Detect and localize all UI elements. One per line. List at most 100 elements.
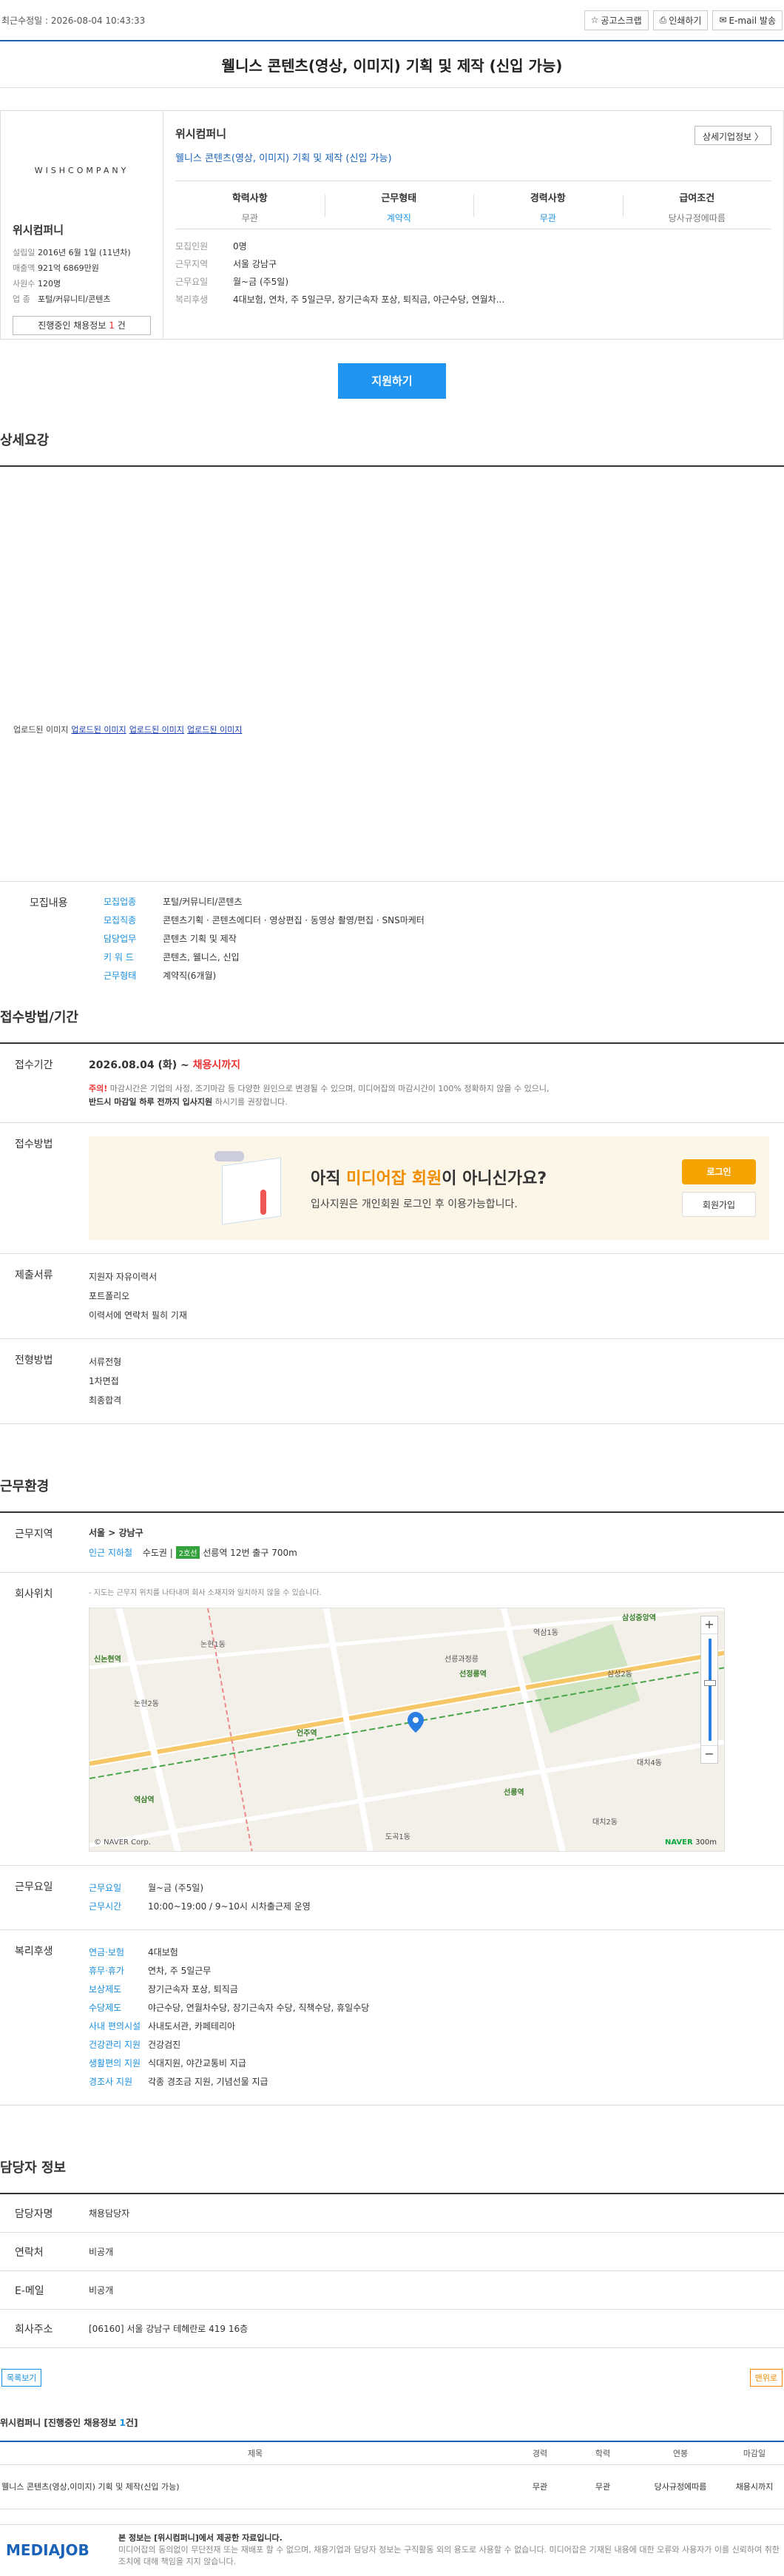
apply-area: 지원하기 [0,363,784,430]
zoom-slider-handle[interactable] [704,1680,716,1686]
location-row: 회사위치 - 지도는 근무지 위치를 나타내며 회사 소재지와 일치하지 않을 … [0,1573,784,1866]
map-label: 논현2동 [134,1700,159,1708]
footer-disclaimer: 본 정보는 [위시컴퍼니]에서 제공한 자료입니다. 미디어잡의 동의없이 무단… [118,2533,780,2566]
company-info: WISHCOMPANY 위시컴퍼니 설립일 2016년 6월 1일 (11년차) … [1,111,163,339]
section-title-detail: 상세요강 [0,430,784,467]
location-pin-icon [408,1712,424,1733]
fact-row: 설립일 2016년 6월 1일 (11년차) [13,248,131,257]
current-jobs-button[interactable]: 진행중인 채용정보 1 건 [13,316,151,335]
condition-employment: 근무형태 계약직 [324,181,474,229]
period-row: 접수기간 2026.08.04 (화) ~ 채용시까지 주의! 마감시간은 기업… [0,1044,784,1123]
area-row: 근무지역 서울 > 강남구 인근 지하철 수도권 | 2호선 선릉역 12번 출… [0,1513,784,1573]
column-header: 마감일 [725,2442,784,2465]
last-modified-date: 최근수정일 : 2026-08-04 10:43:33 [1,15,146,26]
detail-images: 업로드된 이미지 업로드된 이미지 업로드된 이미지 업로드된 이미지 [0,467,784,881]
top-button[interactable]: 맨위로 [749,2369,783,2387]
company-box: WISHCOMPANY 위시컴퍼니 설립일 2016년 6월 1일 (11년차) … [0,110,784,340]
welfare-row: 복리후생 연금·보험 4대보험 휴무·휴가 연차, 주 5일근무 보상제도 장기근속자… [0,1930,784,2105]
summary-job-title: 웰니스 콘텐츠(영상, 이미지) 기획 및 제작 (신입 가능) [175,153,392,164]
days-row: 근무요일 근무요일 월~금 (주5일) 근무시간 10:00~19:00 / 9~1… [0,1866,784,1930]
job-title-bar: 웰니스 콘텐츠(영상, 이미지) 기획 및 제작 (신입 가능) [0,40,784,88]
work-area: 서울 > 강남구 [89,1528,143,1538]
column-header: 연봉 [636,2442,725,2465]
welfare-list: 연금·보험 4대보험 휴무·휴가 연차, 주 5일근무 보상제도 장기근속자 포상, … [89,1947,370,2087]
summary-company-name: 위시컴퍼니 [175,127,227,141]
list-button[interactable]: 목록보기 [1,2369,42,2387]
signup-button[interactable]: 회원가입 [682,1192,756,1217]
docs-row: 제출서류 지원자 자유이력서 포트폴리오 이력서에 연락처 필히 기재 [0,1254,784,1339]
table-row[interactable]: 웰니스 콘텐츠(영상,이미지) 기획 및 제작(신입 가능) 무관 무관 당사규… [0,2464,784,2509]
apply-button[interactable]: 지원하기 [338,363,446,399]
zoom-out-icon[interactable]: − [701,1745,717,1763]
column-header: 경력 [510,2442,570,2465]
recruit-row: 모집업종 포털/커뮤니티/콘텐츠 [104,897,243,907]
method-row: 접수방법 아직 미디어잡 회원이 아니신가요? 입사지원은 개인회원 로그인 후… [0,1123,784,1254]
map-copyright: © NAVER Corp. [94,1838,151,1847]
section-title-contact: 담당자 정보 [0,2157,784,2194]
printer-icon: ⎙ [659,14,667,25]
map-zoom-control[interactable]: + − [700,1616,718,1764]
process-list: 서류전형 1차면접 최종합격 [89,1357,122,1406]
current-jobs-table: 제목 경력 학력 연봉 마감일 웰니스 콘텐츠(영상,이미지) 기획 및 제작(… [0,2442,784,2509]
zoom-in-icon[interactable]: + [701,1616,717,1634]
map-station: 언주역 [297,1730,317,1738]
condition-education: 학력사항 무관 [232,193,268,223]
conditions: 학력사항 무관 근무형태 계약직 경력사항 무관 급여조건 당사규정에따름 [175,181,771,229]
recruit-row: 담당업무 콘텐츠 기획 및 제작 [104,934,237,944]
top-actions: ☆ 공고스크랩 ⎙ 인쇄하기 ✉ E-mail 발송 [584,10,784,30]
uploaded-image-link[interactable]: 업로드된 이미지 [187,724,242,735]
summary-row: 복리후생 4대보험, 연차, 주 5일근무, 장기근속자 포상, 퇴직금, 야근수… [175,294,505,305]
recruit-label: 모집내용 [30,897,68,909]
scrap-button[interactable]: ☆ 공고스크랩 [584,10,649,30]
recruit-row: 모집직종 콘텐츠기획 · 콘텐츠에디터 · 영상편집 · 동영상 촬영/편집 · … [104,915,425,925]
contact-row: 담당자명 채용담당자 [0,2194,784,2233]
section-title-apply: 접수방법/기간 [0,1007,784,1044]
company-facts: 설립일 2016년 6월 1일 (11년차) 매출액 921억 6869만원 사원수… [13,246,151,308]
uploaded-image-link[interactable]: 업로드된 이미지 [71,724,126,735]
print-button[interactable]: ⎙ 인쇄하기 [652,10,709,30]
map-station: 삼성중앙역 [622,1614,656,1622]
company-detail-button[interactable]: 상세기업정보 〉 [694,126,771,145]
top-bar: 최근수정일 : 2026-08-04 10:43:33 ☆ 공고스크랩 ⎙ 인쇄하기… [0,0,784,40]
map-label: 대치2동 [592,1818,618,1827]
process-row: 전형방법 서류전형 1차면접 최종합격 [0,1339,784,1424]
company-map[interactable]: 논현1동 역삼1동 신논현역 선릉역 삼성중앙역 언주역 역삼역 도곡1동 대치… [89,1608,725,1852]
login-button[interactable]: 로그인 [682,1159,756,1184]
summary-row: 근무요일 월~금 (주5일) [175,276,289,287]
contact-row: 연락처 비공개 [0,2233,784,2271]
fact-row: 사원수 120명 [13,279,61,289]
contact-row: E-메일 비공개 [0,2271,784,2310]
fact-row: 매출액 921억 6869만원 [13,263,99,273]
map-label: 선릉과정릉 [445,1656,479,1664]
subway-info: 인근 지하철 수도권 | 2호선 선릉역 12번 출구 700m [89,1546,297,1559]
contact-row: 회사주소 [06160] 서울 강남구 테헤란로 419 16층 [0,2310,784,2348]
banner-headline: 아직 미디어잡 회원이 아니신가요? [311,1170,547,1188]
current-jobs-title: 위시컴퍼니 [진행중인 채용정보 1건] [0,2416,784,2442]
footer: MEDIAJOB 본 정보는 [위시컴퍼니]에서 제공한 자료입니다. 미디어잡… [0,2523,784,2576]
recruit-details: 모집내용 모집업종 포털/커뮤니티/콘텐츠 모집직종 콘텐츠기획 · 콘텐츠에디터 … [0,881,784,992]
job-link[interactable]: 웰니스 콘텐츠(영상,이미지) 기획 및 제작(신입 가능) [0,2464,510,2509]
member-banner: 아직 미디어잡 회원이 아니신가요? 입사지원은 개인회원 로그인 후 이용가능… [89,1136,769,1240]
summary-row: 모집인원 0명 [175,240,247,252]
bottom-buttons: 목록보기 맨위로 [0,2369,784,2387]
mediajob-logo: MEDIAJOB [6,2541,89,2559]
map-station: 신논현역 [94,1656,121,1664]
uploaded-image-link[interactable]: 업로드된 이미지 [129,724,184,735]
map-label: 대치4동 [637,1759,662,1767]
uploaded-image: 업로드된 이미지 [13,725,69,735]
summary-row: 근무지역 서울 강남구 [175,258,277,269]
map-station: 역삼역 [134,1796,155,1804]
map-note: - 지도는 근무지 위치를 나타내며 회사 소재지와 일치하지 않을 수 있습니… [89,1589,322,1597]
banner-subtext: 입사지원은 개인회원 로그인 후 이용가능합니다. [311,1198,518,1210]
map-label: 논현1동 [200,1641,226,1649]
company-logo: WISHCOMPANY [34,165,129,175]
banner-illustration [89,1136,296,1240]
column-header: 학력 [570,2442,636,2465]
job-summary: 위시컴퍼니 웰니스 콘텐츠(영상, 이미지) 기획 및 제작 (신입 가능) 상… [163,111,783,339]
map-station: 선릉역 [504,1789,524,1797]
current-jobs: 위시컴퍼니 [진행중인 채용정보 1건] 제목 경력 학력 연봉 마감일 웰니스… [0,2416,784,2509]
star-icon: ☆ [590,15,599,25]
company-name: 위시컴퍼니 [13,223,64,237]
email-button[interactable]: ✉ E-mail 발송 [712,10,783,30]
deadline-notice: 주의! 마감시간은 기업의 사정, 조기마감 등 다양한 원인으로 변경될 수 … [89,1084,550,1107]
